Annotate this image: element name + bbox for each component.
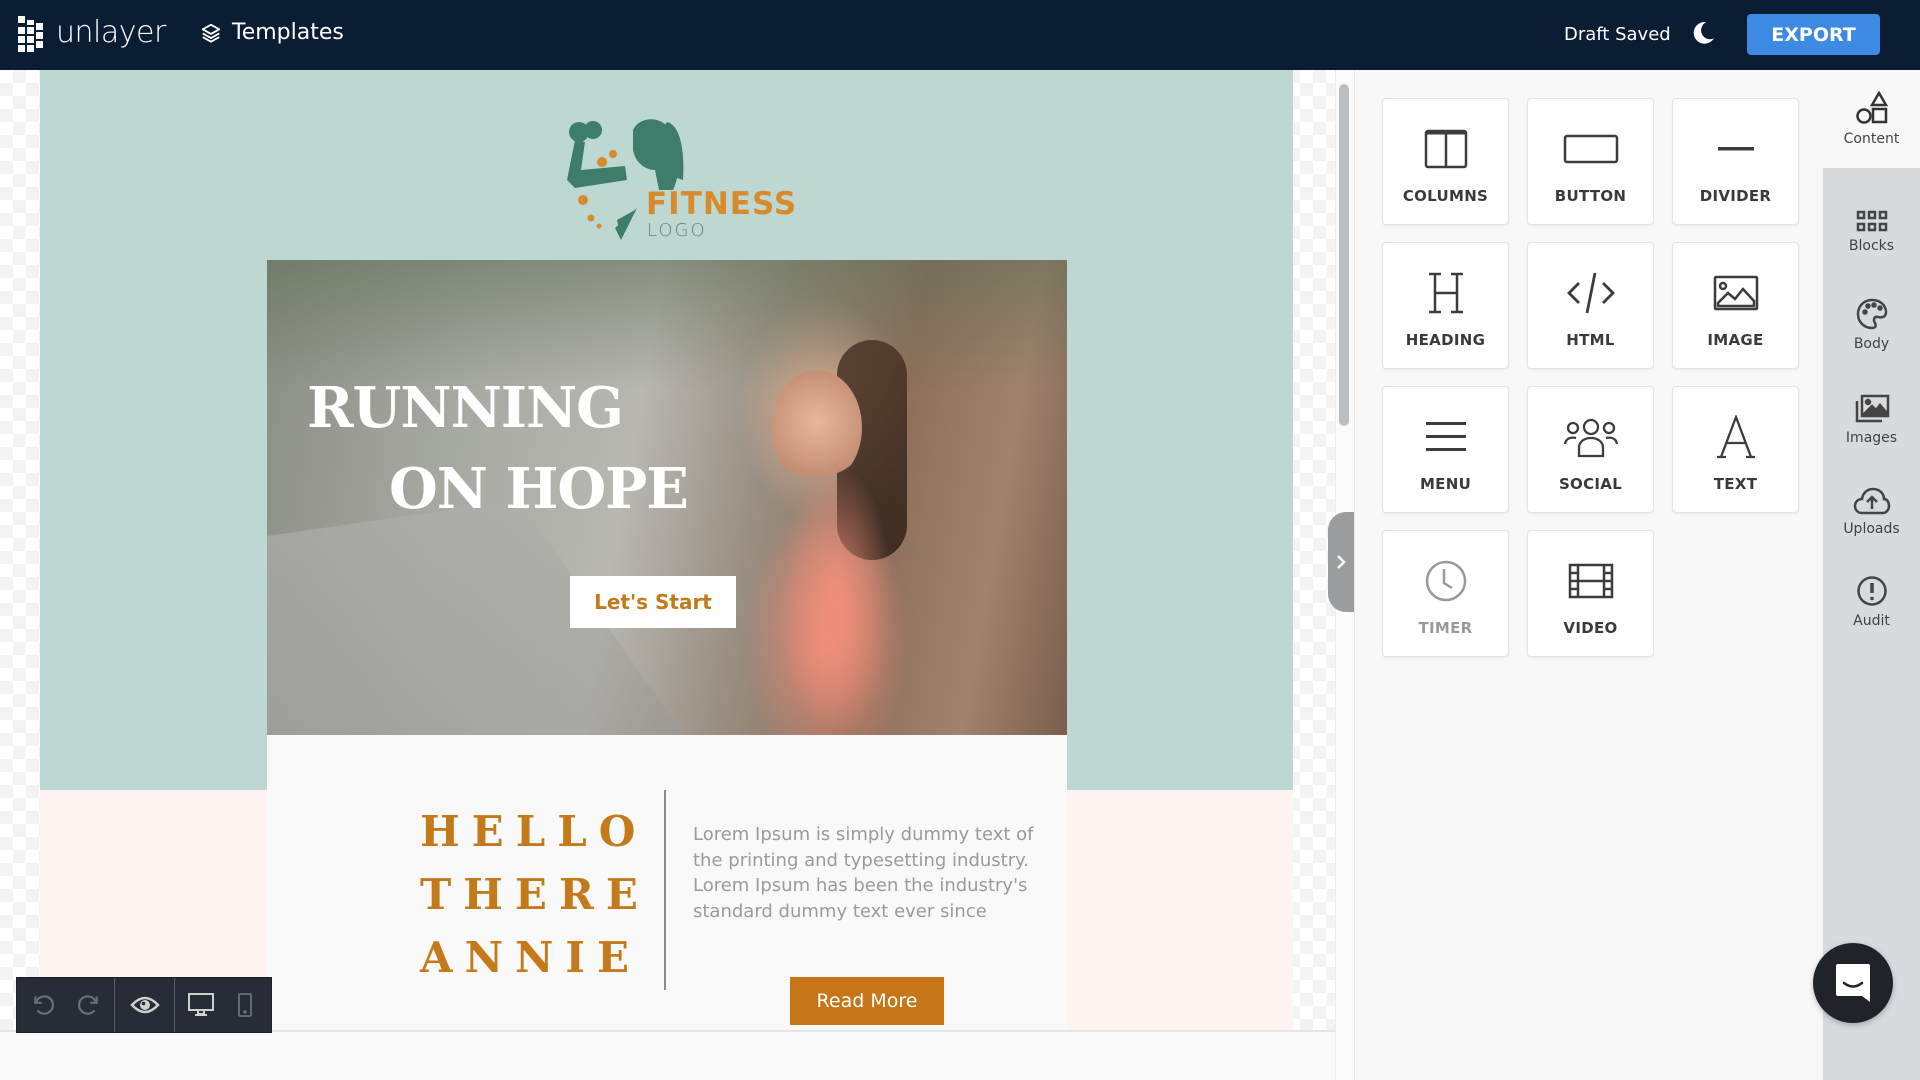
block-label: SOCIAL xyxy=(1558,475,1623,493)
intro-heading-line: THERE xyxy=(420,870,650,919)
redo-icon xyxy=(77,995,98,1015)
video-icon xyxy=(1568,563,1613,599)
block-html[interactable]: HTML xyxy=(1527,242,1654,369)
desktop-view-button[interactable] xyxy=(186,990,216,1020)
editor-toolbar xyxy=(16,977,272,1033)
block-video[interactable]: VIDEO xyxy=(1527,530,1654,657)
block-label: TIMER xyxy=(1418,619,1473,637)
hero-background-trees xyxy=(267,260,1067,390)
collapse-panel-handle[interactable] xyxy=(1328,512,1354,612)
brand[interactable]: unlayer xyxy=(18,14,166,52)
image-icon xyxy=(1713,275,1758,311)
text-icon xyxy=(1716,415,1755,459)
preview-group xyxy=(115,978,175,1032)
tab-label: Images xyxy=(1845,430,1898,446)
desktop-icon xyxy=(188,993,214,1016)
tab-label: Uploads xyxy=(1843,521,1900,537)
block-label: MENU xyxy=(1419,475,1472,493)
draft-status: Draft Saved xyxy=(1564,24,1671,45)
tab-label: Blocks xyxy=(1848,238,1895,254)
intro-body-text[interactable]: Lorem Ipsum is simply dummy text of the … xyxy=(693,822,1038,924)
block-columns[interactable]: COLUMNS xyxy=(1382,98,1509,225)
block-text[interactable]: TEXT xyxy=(1672,386,1799,513)
block-label: DIVIDER xyxy=(1699,187,1772,205)
heading-icon xyxy=(1428,272,1463,314)
block-heading[interactable]: HEADING xyxy=(1382,242,1509,369)
canvas-scrollbar-thumb[interactable] xyxy=(1339,84,1349,426)
preview-button[interactable] xyxy=(129,990,160,1020)
tab-label: Content xyxy=(1843,131,1900,147)
block-menu[interactable]: MENU xyxy=(1382,386,1509,513)
block-label: HEADING xyxy=(1405,331,1486,349)
block-image[interactable]: IMAGE xyxy=(1672,242,1799,369)
block-social[interactable]: SOCIAL xyxy=(1527,386,1654,513)
top-bar: unlayer Templates Draft Saved EXPORT xyxy=(0,0,1920,70)
tab-content[interactable]: Content xyxy=(1823,70,1920,168)
templates-label: Templates xyxy=(232,20,344,45)
eye-icon xyxy=(129,996,160,1014)
layers-icon xyxy=(201,23,221,43)
vertical-divider xyxy=(664,790,666,990)
tab-body[interactable]: Body xyxy=(1823,280,1920,370)
block-label: COLUMNS xyxy=(1402,187,1489,205)
button-icon xyxy=(1563,134,1618,164)
block-label: TEXT xyxy=(1713,475,1758,493)
tab-images[interactable]: Images xyxy=(1823,375,1920,465)
unlayer-logo-icon xyxy=(18,16,46,52)
code-icon xyxy=(1566,272,1615,314)
tab-audit[interactable]: Audit xyxy=(1823,557,1920,647)
block-label: VIDEO xyxy=(1563,619,1618,637)
palette-icon xyxy=(1856,298,1887,330)
block-divider[interactable]: DIVIDER xyxy=(1672,98,1799,225)
intro-heading[interactable]: HELLO THERE ANNIE xyxy=(420,800,640,989)
intro-heading-line: ANNIE xyxy=(420,933,642,982)
block-label: HTML xyxy=(1566,331,1615,349)
hero-title-line-1[interactable]: RUNNING xyxy=(307,375,624,441)
block-label: BUTTON xyxy=(1554,187,1627,205)
moon-icon[interactable] xyxy=(1690,20,1716,46)
read-more-button[interactable]: Read More xyxy=(790,977,944,1025)
divider-icon xyxy=(1717,147,1754,151)
alert-icon xyxy=(1856,576,1887,606)
chevron-right-icon xyxy=(1337,555,1346,569)
cloud-upload-icon xyxy=(1853,487,1890,515)
export-button[interactable]: EXPORT xyxy=(1747,14,1880,55)
grid-icon xyxy=(1856,210,1887,232)
templates-link[interactable]: Templates xyxy=(200,20,344,45)
tab-blocks[interactable]: Blocks xyxy=(1823,187,1920,277)
social-icon xyxy=(1563,418,1618,458)
logo-title: FITNESS xyxy=(646,186,798,222)
hero-person-face xyxy=(772,370,862,485)
tab-label: Body xyxy=(1853,336,1890,352)
lets-start-button[interactable]: Let's Start xyxy=(570,576,736,628)
mobile-view-button[interactable] xyxy=(230,990,260,1020)
brand-name: unlayer xyxy=(56,14,166,50)
undo-button[interactable] xyxy=(29,990,59,1020)
menu-icon xyxy=(1425,422,1466,451)
block-button[interactable]: BUTTON xyxy=(1527,98,1654,225)
intro-heading-line: HELLO xyxy=(420,807,648,856)
block-label: IMAGE xyxy=(1707,331,1764,349)
content-panel: COLUMNS BUTTON DIVIDER HEADING HTML IMAG… xyxy=(1354,70,1823,1080)
history-group xyxy=(17,978,115,1032)
tab-uploads[interactable]: Uploads xyxy=(1823,467,1920,557)
redo-button[interactable] xyxy=(73,990,103,1020)
sidebar-tabs: Content Blocks Body Images Uploads Audit xyxy=(1823,70,1920,1080)
chat-launcher-button[interactable] xyxy=(1813,943,1893,1023)
hero-image-block[interactable]: RUNNING ON HOPE Let's Start xyxy=(267,260,1067,735)
images-icon xyxy=(1855,394,1889,423)
hero-title-line-2[interactable]: ON HOPE xyxy=(389,456,689,522)
editor-canvas: FITNESS LOGO RUNNING ON HOPE Let's Start… xyxy=(0,70,1354,1080)
device-group xyxy=(175,978,271,1032)
shapes-icon xyxy=(1855,91,1888,124)
block-timer[interactable]: TIMER xyxy=(1382,530,1509,657)
clock-icon xyxy=(1425,560,1466,602)
undo-icon xyxy=(33,995,54,1015)
logo-subtitle: LOGO xyxy=(647,220,707,241)
mobile-icon xyxy=(238,993,252,1017)
tab-label: Audit xyxy=(1853,613,1890,629)
chat-icon xyxy=(1836,964,1870,1002)
columns-icon xyxy=(1424,129,1467,169)
